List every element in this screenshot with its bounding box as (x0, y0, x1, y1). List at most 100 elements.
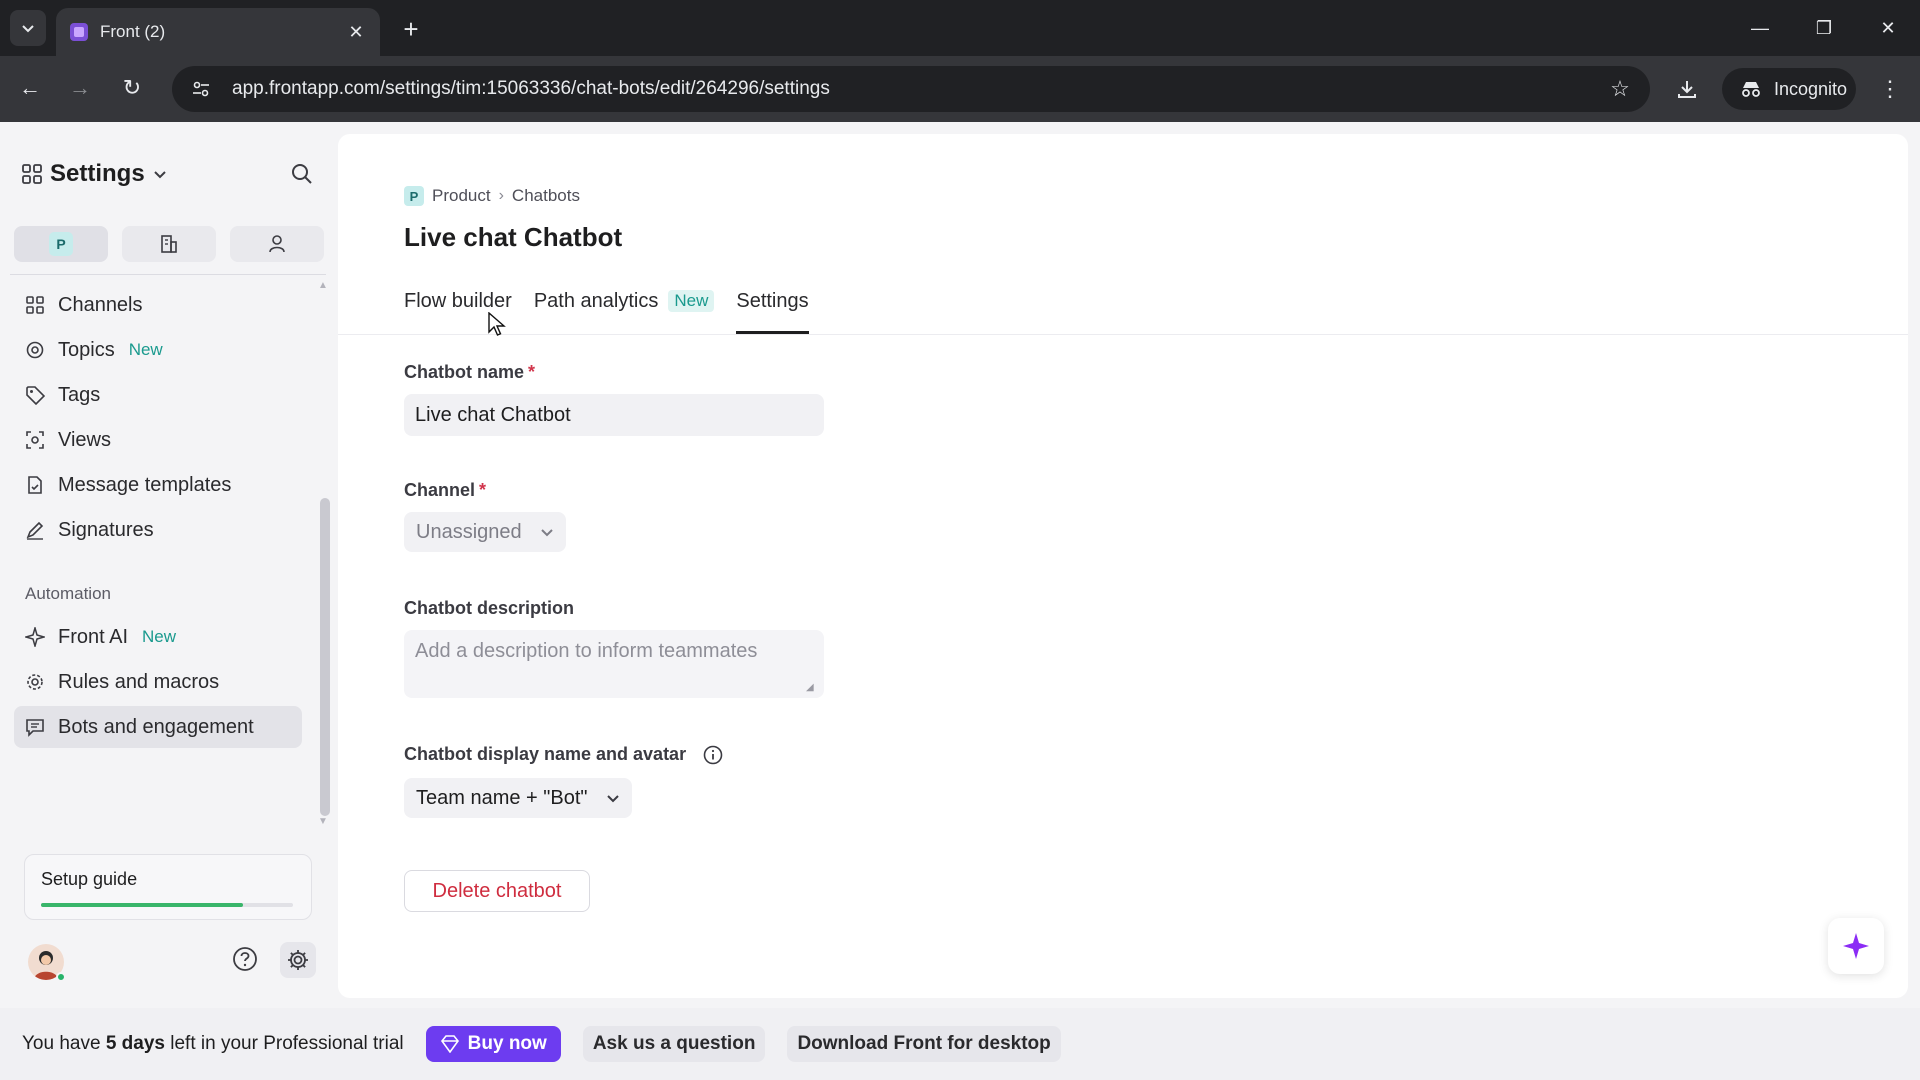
breadcrumb-chatbots[interactable]: Chatbots (512, 186, 580, 206)
trial-message: You have 5 days left in your Professiona… (22, 1033, 404, 1054)
chevron-down-icon (606, 795, 619, 803)
restore-button[interactable]: ❐ (1804, 10, 1844, 46)
minimize-button[interactable]: — (1740, 10, 1780, 46)
url-text[interactable]: app.frontapp.com/settings/tim:15063336/c… (232, 78, 1600, 100)
breadcrumb: P Product › Chatbots (404, 186, 580, 206)
sidebar-item-message-templates[interactable]: Message templates (14, 464, 302, 506)
sidebar-item-views[interactable]: Views (14, 419, 302, 461)
building-icon (161, 235, 177, 253)
sidebar-divider (10, 274, 326, 275)
close-window-button[interactable]: ✕ (1868, 10, 1908, 46)
channel-value: Unassigned (416, 520, 522, 543)
display-name-select[interactable]: Team name + "Bot" (404, 778, 632, 818)
new-badge: New (668, 290, 715, 312)
forward-button[interactable]: → (62, 70, 98, 106)
browser-toolbar: ← → ↻ app.frontapp.com/settings/tim:1506… (0, 56, 1920, 122)
sidebar-item-rules-and-macros[interactable]: Rules and macros (14, 661, 302, 703)
sidebar-item-label: Front AI (58, 625, 129, 648)
sidebar-item-label: Rules and macros (58, 670, 220, 693)
address-bar[interactable]: app.frontapp.com/settings/tim:15063336/c… (172, 66, 1650, 112)
download-icon[interactable] (1668, 70, 1706, 108)
browser-titlebar: Front (2) ✕ + — ❐ ✕ (0, 0, 1920, 56)
trial-banner: You have 5 days left in your Professiona… (0, 1008, 1920, 1080)
incognito-icon (1742, 82, 1760, 97)
chat-icon (24, 716, 46, 738)
scroll-down-arrow[interactable]: ▼ (318, 816, 328, 827)
browser-menu-icon[interactable]: ⋮ (1872, 70, 1908, 108)
sparkle-icon (24, 626, 46, 648)
required-mark: * (479, 480, 487, 500)
site-info-icon[interactable] (186, 74, 216, 104)
preferences-button[interactable] (280, 942, 316, 978)
tab-settings[interactable]: Settings (736, 290, 809, 334)
new-tab-button[interactable]: + (396, 14, 426, 44)
workspace-scope-button[interactable]: P (14, 226, 108, 262)
channel-select[interactable]: Unassigned (404, 512, 566, 552)
setup-guide-card[interactable]: Setup guide (24, 854, 312, 920)
mouse-cursor-icon (488, 312, 506, 336)
buy-now-button[interactable]: Buy now (425, 1026, 561, 1062)
help-button[interactable] (230, 944, 260, 974)
back-button[interactable]: ← (12, 70, 48, 106)
bookmark-star-icon[interactable]: ☆ (1600, 69, 1640, 109)
incognito-indicator[interactable]: Incognito (1722, 68, 1856, 110)
required-mark: * (528, 362, 536, 382)
sidebar-item-label: Channels (58, 293, 143, 316)
topics-icon (24, 339, 46, 361)
chatbot-name-input[interactable]: Live chat Chatbot (404, 394, 824, 436)
sidebar-title: Settings (50, 160, 145, 187)
user-icon (269, 235, 285, 253)
company-scope-button[interactable] (122, 226, 216, 262)
sidebar-item-tags[interactable]: Tags (14, 374, 302, 416)
ai-assistant-button[interactable] (1828, 918, 1884, 974)
search-icon (292, 164, 312, 184)
channel-label: Channel * (404, 480, 487, 500)
ask-question-button[interactable]: Ask us a question (582, 1026, 766, 1062)
chevron-down-icon (540, 529, 553, 537)
sidebar-item-front-ai[interactable]: Front AI New (14, 616, 302, 658)
breadcrumb-product[interactable]: Product (432, 186, 491, 206)
setup-progress-fill (41, 903, 243, 907)
sidebar-item-signatures[interactable]: Signatures (14, 509, 302, 551)
tab-bar: Flow builder Path analytics New Settings (404, 290, 809, 334)
close-tab-icon[interactable]: ✕ (346, 22, 366, 42)
chatbot-description-textarea[interactable]: Add a description to inform teammates ◢ (404, 630, 824, 698)
sidebar-item-label: Bots and engagement (58, 715, 254, 738)
personal-scope-button[interactable] (230, 226, 324, 262)
buy-now-label: Buy now (467, 1033, 547, 1054)
sidebar-scrollbar[interactable] (320, 498, 330, 816)
grid-icon (24, 294, 46, 316)
scroll-up-arrow[interactable]: ▲ (318, 280, 328, 291)
delete-chatbot-button[interactable]: Delete chatbot (404, 870, 590, 912)
incognito-label: Incognito (1774, 78, 1848, 99)
display-name-value: Team name + "Bot" (416, 786, 588, 809)
sidebar-item-label: Tags (58, 383, 101, 406)
sidebar-item-label: Message templates (58, 473, 232, 496)
sidebar-item-channels[interactable]: Channels (14, 284, 302, 326)
pen-icon (24, 519, 46, 541)
search-button[interactable] (286, 158, 318, 190)
settings-menu-trigger[interactable]: Settings (22, 160, 167, 188)
browser-tab[interactable]: Front (2) ✕ (56, 8, 380, 56)
page-title: Live chat Chatbot (404, 222, 623, 252)
display-name-label: Chatbot display name and avatar (404, 744, 723, 765)
sidebar-item-bots-and-engagement[interactable]: Bots and engagement (14, 706, 302, 748)
tab-path-analytics[interactable]: Path analytics New (534, 290, 715, 334)
sidebar-item-topics[interactable]: Topics New (14, 329, 302, 371)
sidebar-item-label: Topics (58, 338, 115, 361)
sparkle-icon (1843, 933, 1869, 959)
chevron-down-icon (153, 171, 166, 179)
tab-label: Settings (736, 290, 809, 312)
tabs-divider (338, 334, 1908, 335)
info-icon[interactable] (703, 745, 723, 765)
tab-label: Path analytics (533, 290, 659, 312)
help-icon (233, 947, 257, 971)
reload-button[interactable]: ↻ (114, 70, 150, 106)
description-placeholder: Add a description to inform teammates (415, 640, 758, 662)
setup-progress-track (41, 903, 293, 907)
chatbot-settings-panel: P Product › Chatbots Live chat Chatbot F… (338, 134, 1908, 998)
resize-handle-icon[interactable]: ◢ (806, 682, 816, 693)
tab-label: Flow builder (404, 290, 512, 312)
download-desktop-button[interactable]: Download Front for desktop (787, 1026, 1061, 1062)
tab-list-button[interactable] (10, 10, 46, 46)
